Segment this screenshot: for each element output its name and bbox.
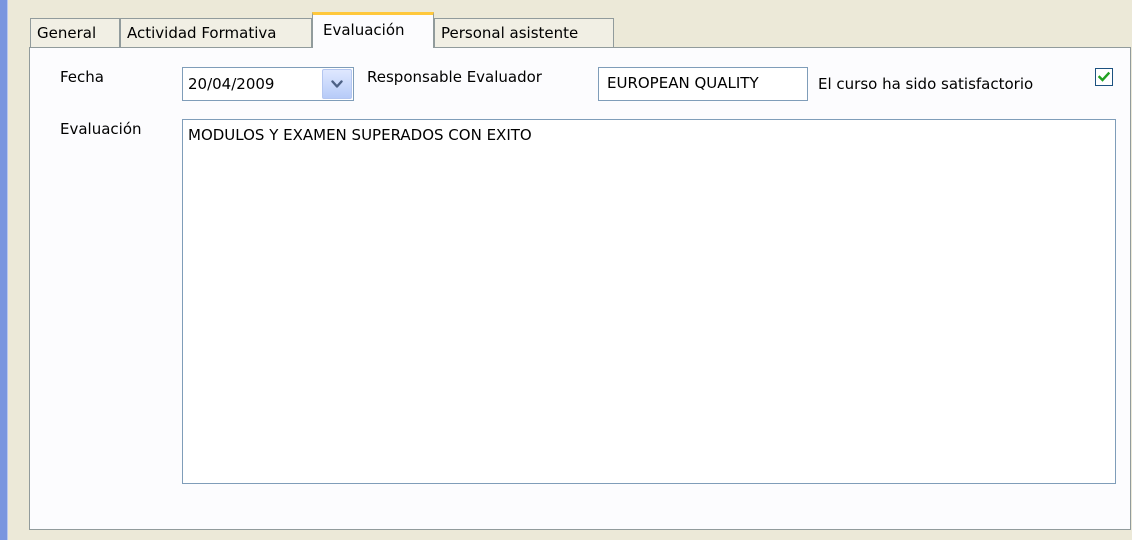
window-left-border: [0, 0, 7, 540]
evaluacion-textarea[interactable]: MODULOS Y EXAMEN SUPERADOS CON EXITO: [182, 119, 1116, 484]
tab-actividad-formativa[interactable]: Actividad Formativa: [120, 18, 312, 47]
fecha-dropdown-button[interactable]: [322, 69, 352, 99]
curso-satisfactorio-checkbox[interactable]: [1095, 68, 1113, 86]
responsable-evaluador-label: Responsable Evaluador: [367, 68, 542, 86]
fecha-label: Fecha: [60, 68, 104, 86]
curso-satisfactorio-label: El curso ha sido satisfactorio: [818, 75, 1034, 93]
check-icon: [1098, 71, 1110, 82]
tab-personal-asistente[interactable]: Personal asistente: [434, 18, 614, 47]
fecha-value: 20/04/2009: [188, 75, 275, 93]
tab-strip: General Actividad Formativa Evaluación P…: [30, 0, 1130, 48]
fecha-date-picker[interactable]: 20/04/2009: [182, 67, 354, 101]
responsable-evaluador-field[interactable]: EUROPEAN QUALITY: [598, 67, 808, 101]
chevron-down-icon: [331, 79, 343, 88]
window-left-border-highlight: [7, 0, 8, 540]
evaluacion-label: Evaluación: [60, 120, 142, 138]
tab-general[interactable]: General: [30, 18, 120, 47]
tab-evaluacion[interactable]: Evaluación: [312, 12, 434, 48]
